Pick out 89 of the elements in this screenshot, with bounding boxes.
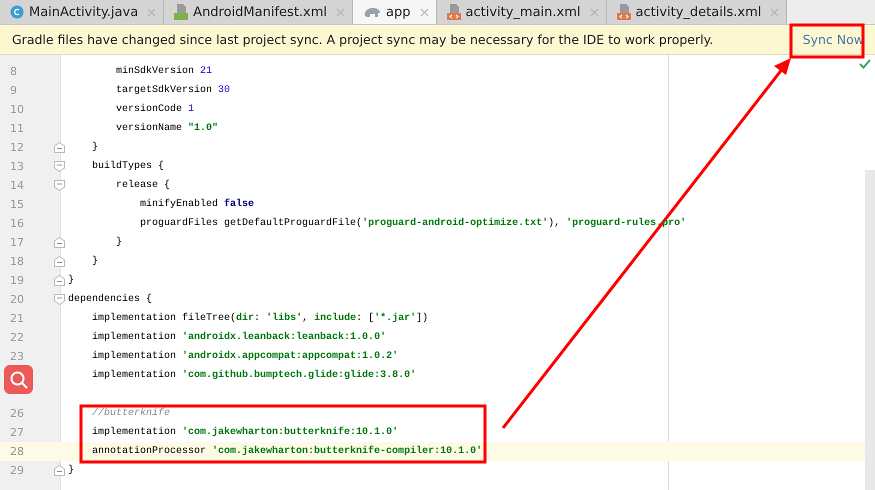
code-text: }	[91, 256, 98, 267]
line-number: 28	[10, 445, 24, 458]
code-text: buildTypes {	[91, 161, 164, 172]
code-text: }	[91, 142, 98, 153]
line-number: 27	[10, 426, 24, 439]
code-text: }	[68, 465, 74, 476]
close-icon[interactable]	[147, 8, 156, 16]
layout-file-icon	[446, 4, 460, 20]
string-literal: "1.0"	[188, 123, 218, 134]
code-text: ),	[548, 218, 562, 229]
class-icon	[10, 5, 24, 19]
search-button[interactable]	[4, 365, 33, 394]
line-number: 16	[10, 217, 24, 230]
line-number: 19	[10, 274, 24, 287]
code-text: implementation	[91, 351, 178, 362]
line-number: 13	[10, 160, 24, 173]
line-number: 9	[10, 84, 17, 97]
line-number: 18	[10, 255, 24, 268]
line-number: 11	[10, 122, 24, 135]
editor-tab[interactable]: AndroidManifest.xml	[164, 0, 354, 24]
code-text: }	[115, 237, 122, 248]
number-literal: 30	[218, 85, 230, 96]
search-icon	[8, 370, 28, 390]
code-text: :	[254, 313, 262, 324]
close-icon[interactable]	[420, 8, 428, 16]
layout-file-icon	[616, 4, 631, 20]
number-literal: 21	[200, 66, 212, 77]
check-icon	[859, 58, 871, 70]
code-comment: //butterknife	[91, 408, 170, 419]
string-literal: 'androidx.leanback:leanback:1.0.0'	[182, 332, 386, 343]
line-number: 29	[10, 464, 24, 477]
string-literal: dir	[236, 313, 254, 324]
string-literal: 'com.github.bumptech.glide:glide:3.8.0'	[182, 370, 416, 381]
fold-icon[interactable]	[54, 256, 65, 267]
sync-message: Gradle files have changed since last project sync. A project sync may be necessary for the IDE to work properly.	[12, 32, 714, 47]
code-text: release {	[115, 180, 170, 191]
line-number: 23	[10, 350, 24, 363]
string-literal: 'proguard-android-optimize.txt'	[362, 218, 548, 229]
code-text: targetSdkVersion	[115, 85, 214, 96]
code-text: }	[68, 275, 74, 286]
editor-tab[interactable]: activity_main.xml	[436, 0, 607, 24]
code-text: ,	[302, 313, 310, 324]
code-text: versionName	[115, 123, 184, 134]
fold-icon[interactable]	[54, 275, 65, 286]
string-literal: include	[314, 313, 356, 324]
line-number: 17	[10, 236, 24, 249]
code-text: annotationProcessor	[91, 446, 208, 457]
fold-icon[interactable]	[54, 161, 65, 172]
code-text: proguardFiles getDefaultProguardFile(	[139, 218, 362, 229]
code-text: implementation	[91, 332, 178, 343]
elephant-icon	[363, 6, 382, 18]
code-text: implementation	[91, 370, 178, 381]
manifest-file-icon	[174, 4, 188, 20]
fold-icon[interactable]	[54, 180, 65, 191]
line-number: 12	[10, 141, 24, 154]
code-text: implementation fileTree(	[91, 313, 236, 324]
fold-icon[interactable]	[54, 237, 65, 248]
string-literal: 'com.jakewharton:butterknife:10.1.0'	[182, 427, 398, 438]
line-number: 26	[10, 407, 24, 420]
code-text: implementation	[91, 427, 178, 438]
fold-icon[interactable]	[54, 142, 65, 153]
line-number: 8	[10, 65, 17, 78]
editor-tab[interactable]: app	[353, 0, 436, 24]
fold-icon[interactable]	[54, 465, 65, 476]
line-number: 21	[10, 312, 24, 325]
line-number: 10	[10, 103, 24, 116]
string-literal: 'androidx.appcompat:appcompat:1.0.2'	[182, 351, 398, 362]
line-number: 15	[10, 198, 24, 211]
code-text: ])	[416, 313, 428, 324]
close-icon[interactable]	[590, 8, 599, 16]
code-text: dependencies {	[68, 294, 152, 305]
line-number: 22	[10, 331, 24, 344]
string-literal: '*.jar'	[374, 313, 416, 324]
scrollbar[interactable]	[865, 170, 875, 490]
close-icon[interactable]	[336, 8, 346, 16]
keyword: false	[224, 199, 254, 210]
close-icon[interactable]	[770, 8, 780, 16]
code-text: minSdkVersion	[115, 66, 196, 77]
code-text: minifyEnabled	[139, 199, 220, 210]
number-literal: 1	[188, 104, 194, 115]
line-number: 14	[10, 179, 24, 192]
code-text: versionCode	[115, 104, 184, 115]
fold-icon[interactable]	[54, 294, 65, 305]
string-literal: 'libs'	[266, 313, 302, 324]
editor-tab[interactable]: MainActivity.java	[0, 0, 164, 24]
code-text: : [	[356, 313, 374, 324]
editor-tab[interactable]: activity_details.xml	[606, 0, 788, 24]
line-number: 20	[10, 293, 24, 306]
string-literal: 'com.jakewharton:butterknife-compiler:10.1.0'	[212, 446, 482, 457]
